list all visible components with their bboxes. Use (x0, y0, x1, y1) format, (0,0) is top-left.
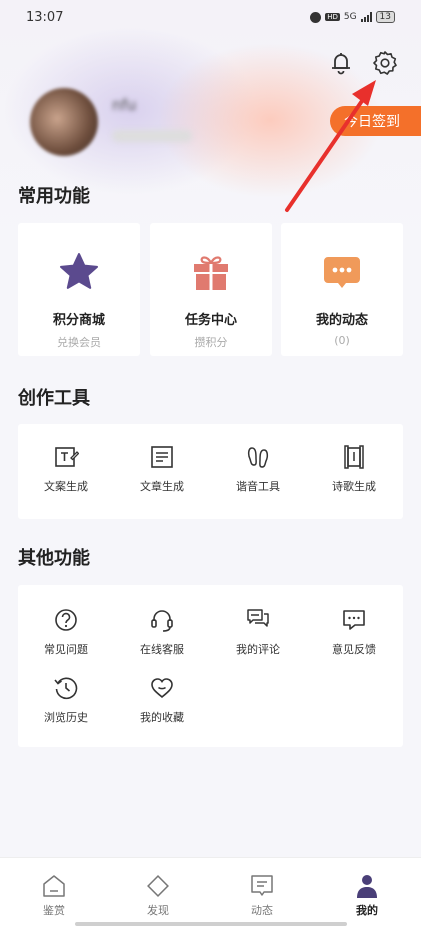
tab-label: 发现 (147, 904, 169, 917)
tool-homophone[interactable]: 谐音工具 (210, 444, 306, 494)
appreciate-icon (43, 875, 65, 897)
tool-label: 文案生成 (44, 480, 88, 493)
gear-icon[interactable] (371, 49, 399, 77)
gift-icon (194, 256, 228, 290)
signal-icon (360, 12, 372, 22)
card-subtitle: (0) (334, 334, 350, 347)
other-functions-panel: 常见问题 在线客服 我的评论 意见反馈 浏览历史 我的收藏 (18, 585, 403, 747)
tab-label: 动态 (251, 904, 273, 917)
article-icon (151, 446, 173, 468)
tool-article[interactable]: 文章生成 (114, 444, 210, 494)
question-icon (55, 609, 77, 631)
item-label: 浏览历史 (44, 711, 88, 724)
tab-appreciate[interactable]: 鉴赏 (24, 872, 84, 918)
hd-badge: HD (325, 13, 340, 21)
section-title-common: 常用功能 (18, 186, 90, 207)
card-subtitle: 攒积分 (194, 336, 228, 349)
section-title-tools: 创作工具 (18, 388, 90, 409)
item-faq[interactable]: 常见问题 (18, 607, 114, 657)
tab-label: 我的 (356, 904, 378, 917)
battery-icon: 13 (375, 11, 395, 23)
copywriting-icon (55, 447, 79, 467)
tab-mine[interactable]: 我的 (337, 872, 397, 918)
item-label: 我的收藏 (140, 711, 184, 724)
username: nfu (112, 96, 137, 114)
item-support[interactable]: 在线客服 (114, 607, 210, 657)
bottom-tab-bar: 鉴赏 发现 动态 我的 (0, 857, 421, 931)
creation-tools-panel: 文案生成 文章生成 谐音工具 诗歌生成 (18, 424, 403, 519)
tool-poem[interactable]: 诗歌生成 (306, 444, 402, 494)
item-my-comments[interactable]: 我的评论 (210, 607, 306, 657)
heart-icon (151, 678, 173, 699)
history-icon (54, 677, 78, 700)
tab-discover[interactable]: 发现 (128, 872, 188, 918)
home-indicator[interactable] (75, 922, 347, 926)
status-bar: 13:07 HD 5G 13 (0, 0, 421, 34)
tool-label: 诗歌生成 (332, 480, 376, 493)
task-center-card[interactable]: 任务中心 攒积分 (150, 223, 272, 356)
item-label: 常见问题 (44, 643, 88, 656)
card-subtitle: 兑换会员 (57, 336, 101, 349)
tool-label: 文章生成 (140, 480, 184, 493)
profile-icon (357, 875, 377, 898)
status-time: 13:07 (26, 9, 64, 25)
alarm-icon (310, 11, 322, 23)
status-icons: HD 5G 13 (310, 11, 395, 23)
headset-icon (151, 610, 173, 632)
chat-bubble-icon (324, 257, 360, 288)
tool-label: 谐音工具 (236, 480, 280, 493)
item-label: 意见反馈 (332, 643, 376, 656)
checkin-button[interactable]: 今日签到 (330, 106, 421, 136)
card-title: 积分商城 (52, 313, 105, 328)
network-label: 5G (343, 12, 357, 22)
bell-icon[interactable] (327, 49, 355, 77)
points-mall-card[interactable]: 积分商城 兑换会员 (18, 223, 140, 356)
discover-icon (147, 875, 169, 897)
tab-label: 鉴赏 (43, 904, 65, 917)
star-icon (60, 253, 98, 289)
scroll-icon (344, 445, 364, 469)
card-title: 我的动态 (315, 313, 368, 328)
item-label: 我的评论 (236, 643, 280, 656)
homophone-icon (247, 447, 269, 468)
feedback-icon (343, 610, 365, 630)
item-favorites[interactable]: 我的收藏 (114, 675, 210, 725)
comments-icon (247, 609, 269, 627)
my-activity-card[interactable]: 我的动态 (0) (281, 223, 403, 356)
card-title: 任务中心 (184, 313, 237, 328)
item-history[interactable]: 浏览历史 (18, 675, 114, 725)
item-label: 在线客服 (140, 643, 184, 656)
feed-icon (251, 875, 273, 896)
tab-feed[interactable]: 动态 (232, 872, 292, 918)
item-feedback[interactable]: 意见反馈 (306, 607, 402, 657)
user-info-placeholder (112, 130, 192, 142)
section-title-other: 其他功能 (18, 548, 90, 569)
avatar[interactable] (30, 88, 98, 156)
tool-copywriting[interactable]: 文案生成 (18, 444, 114, 494)
